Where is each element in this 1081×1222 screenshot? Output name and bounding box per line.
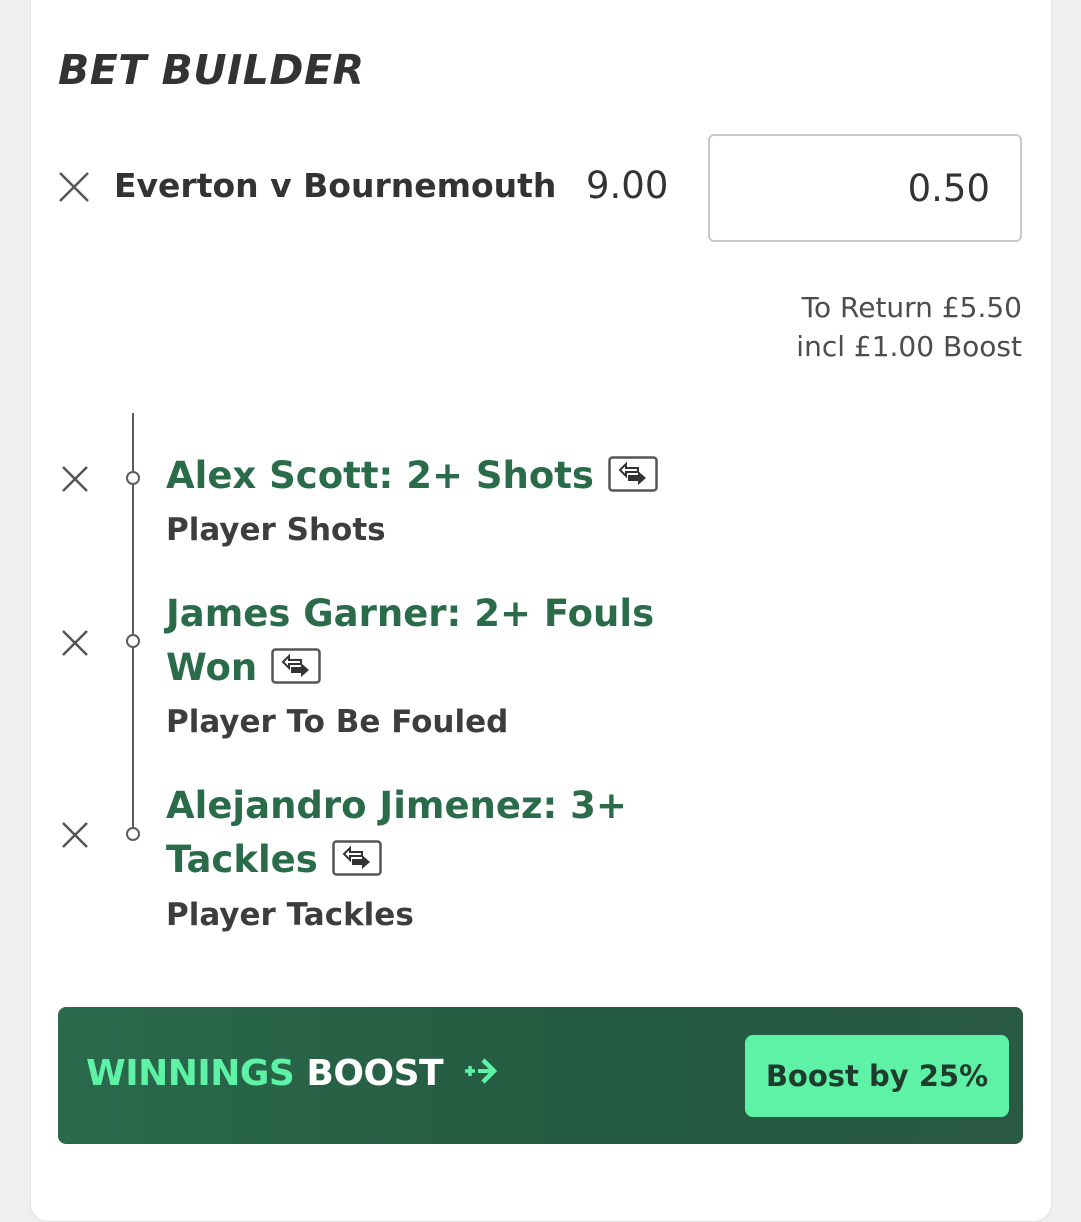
selection-market: Player Shots	[166, 512, 386, 548]
remove-selection-3-close-icon[interactable]	[58, 818, 92, 852]
winnings-boost-bar: WINNINGS BOOST Boost by 25%	[58, 1007, 1023, 1144]
swap-icon[interactable]	[271, 647, 322, 684]
selection-market: Player To Be Fouled	[166, 704, 509, 740]
boost-by-button[interactable]: Boost by 25%	[745, 1035, 1009, 1117]
timeline-dot	[126, 634, 140, 648]
remove-bet-close-icon[interactable]	[57, 170, 91, 204]
selection-3[interactable]: Alejandro Jimenez: 3+ Tackles	[166, 779, 686, 887]
boost-label-part2: BOOST	[306, 1053, 444, 1094]
timeline-dot	[126, 827, 140, 841]
remove-selection-1-close-icon[interactable]	[58, 462, 92, 496]
swap-icon[interactable]	[332, 839, 382, 876]
selection-market: Player Tackles	[166, 897, 414, 933]
selection-2[interactable]: James Garner: 2+ Fouls Won	[166, 587, 686, 695]
remove-selection-2-close-icon[interactable]	[58, 626, 92, 660]
boost-included-text: incl £1.00 Boost	[796, 330, 1022, 363]
match-name: Everton v Bournemouth	[114, 166, 557, 205]
returns-summary: To Return £5.50 incl £1.00 Boost	[796, 288, 1022, 366]
swap-icon[interactable]	[608, 455, 658, 492]
bet-builder-title: BET BUILDER	[58, 46, 365, 94]
timeline-dot	[126, 471, 140, 485]
bet-odds: 9.00	[586, 164, 669, 207]
selection-name: Alex Scott: 2+ Shots	[166, 454, 594, 497]
selection-name: James Garner: 2+ Fouls Won	[166, 592, 655, 689]
to-return-text: To Return £5.50	[801, 291, 1022, 324]
stake-input[interactable]	[708, 134, 1022, 242]
winnings-boost-label: WINNINGS BOOST	[86, 1053, 503, 1094]
selection-1[interactable]: Alex Scott: 2+ Shots	[166, 449, 686, 503]
boost-arrow-icon	[463, 1056, 503, 1086]
selection-name: Alejandro Jimenez: 3+ Tackles	[166, 784, 627, 881]
boost-label-part1: WINNINGS	[86, 1053, 295, 1094]
